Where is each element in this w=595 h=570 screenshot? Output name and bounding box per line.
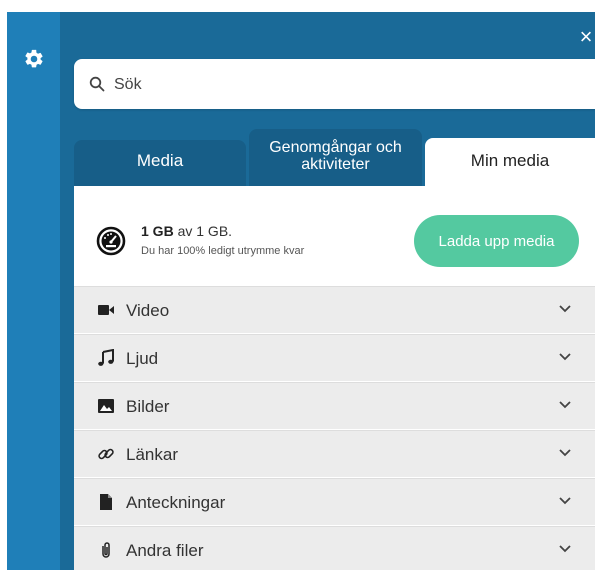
side-rail xyxy=(7,12,60,570)
storage-used: 1 GB xyxy=(141,223,174,239)
tab-my-media-label: Min media xyxy=(470,151,550,170)
tab-guides-label-line2: aktiviteter xyxy=(301,156,370,173)
paperclip-icon xyxy=(102,542,110,558)
category-images[interactable]: Bilder xyxy=(74,382,595,429)
tab-media-label: Media xyxy=(136,151,184,170)
image-icon xyxy=(98,399,114,413)
video-camera-icon xyxy=(98,305,114,315)
chevron-down-icon xyxy=(559,545,571,553)
close-button[interactable]: × xyxy=(577,26,595,48)
media-panel: × Media Genomgångar och aktiviteter Min … xyxy=(60,12,595,570)
category-notes[interactable]: Anteckningar xyxy=(74,478,595,525)
my-media-content: 1 GB av 1 GB. Du har 100% ledigt utrymme… xyxy=(74,186,595,570)
category-label: Bilder xyxy=(126,397,170,416)
tab-media[interactable]: Media xyxy=(74,140,246,186)
chevron-down-icon xyxy=(559,401,571,409)
storage-free-text: Du har 100% ledigt utrymme kvar xyxy=(141,245,305,257)
chevron-down-icon xyxy=(559,497,571,505)
category-label: Ljud xyxy=(126,349,159,368)
category-label: Länkar xyxy=(126,445,178,464)
storage-usage-text: 1 GB av 1 GB. xyxy=(141,223,232,239)
category-label: Andra filer xyxy=(126,541,204,560)
document-icon xyxy=(100,494,112,510)
category-audio[interactable]: Ljud xyxy=(74,334,595,381)
category-links[interactable]: Länkar xyxy=(74,430,595,477)
search-input[interactable] xyxy=(112,72,576,98)
top-strip xyxy=(0,0,595,12)
search-icon xyxy=(89,76,105,92)
gauge-icon xyxy=(96,226,126,256)
storage-total: av 1 GB. xyxy=(177,223,233,239)
category-label: Anteckningar xyxy=(126,493,226,512)
upload-media-button[interactable]: Ladda upp media xyxy=(414,215,579,267)
gear-icon[interactable] xyxy=(23,48,45,70)
chevron-down-icon xyxy=(559,449,571,457)
category-label: Video xyxy=(126,301,170,320)
category-video[interactable]: Video xyxy=(74,286,595,333)
storage-info: 1 GB av 1 GB. Du har 100% ledigt utrymme… xyxy=(74,186,595,286)
tab-my-media[interactable]: Min media xyxy=(425,138,595,186)
search-bar xyxy=(74,59,595,109)
tab-guides-label-line1: Genomgångar och xyxy=(269,139,402,156)
chevron-down-icon xyxy=(559,305,571,313)
chevron-down-icon xyxy=(559,353,571,361)
tab-guides-activities[interactable]: Genomgångar och aktiviteter xyxy=(249,129,422,186)
category-other-files[interactable]: Andra filer xyxy=(74,526,595,570)
music-note-icon xyxy=(98,349,114,366)
link-icon xyxy=(98,448,114,460)
